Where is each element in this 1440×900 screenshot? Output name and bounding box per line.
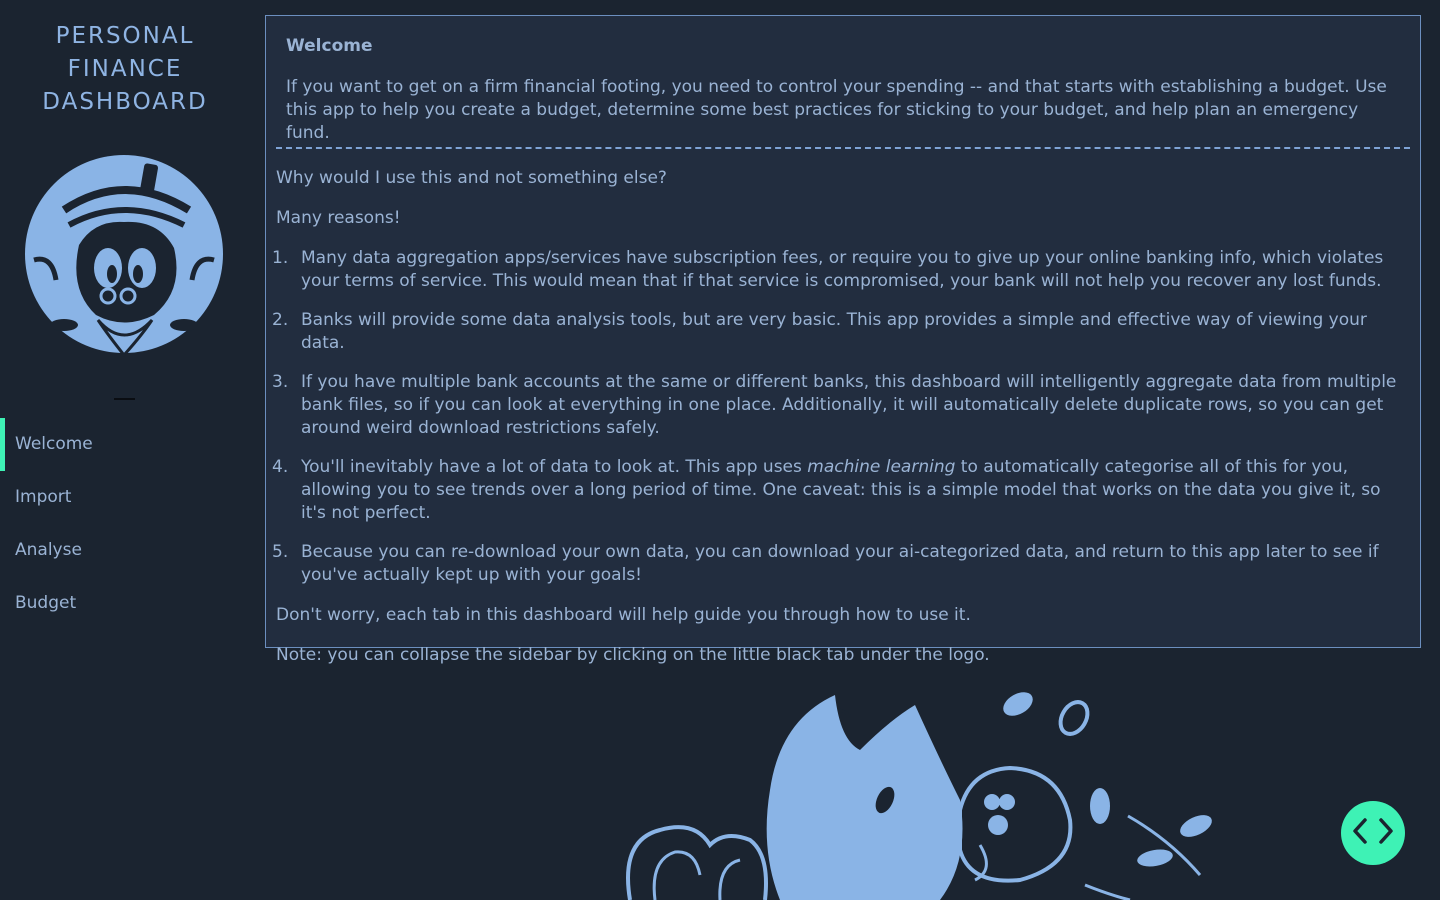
list-item: 4. You'll inevitably have a lot of data …: [272, 456, 1410, 525]
list-text-pre: You'll inevitably have a lot of data to …: [301, 457, 808, 477]
duck-logo: [24, 150, 226, 368]
app-title-line-2: FINANCE: [67, 56, 183, 82]
duck-diving-illustration: [600, 680, 1240, 900]
sidebar: PERSONAL FINANCE DASHBOARD Welcome Impor…: [0, 0, 250, 900]
note-text: Note: you can collapse the sidebar by cl…: [276, 645, 990, 665]
list-item: 1. Many data aggregation apps/services h…: [272, 247, 1410, 293]
app-title-line-3: DASHBOARD: [42, 89, 208, 115]
app-root: PERSONAL FINANCE DASHBOARD Welcome Impor…: [0, 0, 1440, 900]
list-text: Because you can re-download your own dat…: [301, 542, 1379, 585]
welcome-panel: Welcome If you want to get on a firm fin…: [265, 15, 1421, 665]
code-view-toggle-button[interactable]: [1341, 801, 1405, 865]
why-question: Why would I use this and not something e…: [276, 168, 667, 188]
code-brackets-icon: [1351, 817, 1395, 849]
list-number: 3.: [272, 372, 289, 392]
list-text: If you have multiple bank accounts at th…: [301, 372, 1397, 438]
sidebar-item-budget[interactable]: Budget: [0, 577, 250, 630]
panel-body: Why would I use this and not something e…: [266, 149, 1420, 667]
list-text: Many data aggregation apps/services have…: [301, 248, 1384, 291]
list-number: 2.: [272, 310, 289, 330]
list-number: 4.: [272, 457, 289, 477]
panel-intro: If you want to get on a firm financial f…: [286, 77, 1387, 143]
sidebar-item-label: Import: [15, 487, 72, 507]
list-item: 2. Banks will provide some data analysis…: [272, 309, 1410, 355]
list-item: 3. If you have multiple bank accounts at…: [272, 371, 1410, 440]
sidebar-collapse-tab[interactable]: [114, 398, 135, 400]
sidebar-item-label: Analyse: [15, 540, 82, 560]
list-text: Banks will provide some data analysis to…: [301, 310, 1367, 353]
app-title-line-1: PERSONAL: [55, 23, 195, 49]
app-title: PERSONAL FINANCE DASHBOARD: [0, 20, 250, 119]
list-number: 5.: [272, 542, 289, 562]
list-number: 1.: [272, 248, 289, 268]
sidebar-item-welcome[interactable]: Welcome: [0, 418, 250, 471]
sidebar-nav: Welcome Import Analyse Budget: [0, 418, 250, 630]
panel-title: Welcome: [286, 36, 373, 56]
sidebar-item-label: Welcome: [15, 434, 93, 454]
sidebar-item-label: Budget: [15, 593, 77, 613]
panel-header: Welcome If you want to get on a firm fin…: [276, 16, 1410, 149]
dont-worry-text: Don't worry, each tab in this dashboard …: [276, 605, 971, 625]
list-text-emphasis: machine learning: [807, 457, 956, 477]
list-item: 5. Because you can re-download your own …: [272, 541, 1410, 587]
sidebar-item-analyse[interactable]: Analyse: [0, 524, 250, 577]
sidebar-item-import[interactable]: Import: [0, 471, 250, 524]
reasons-list: 1. Many data aggregation apps/services h…: [272, 247, 1410, 587]
many-reasons: Many reasons!: [276, 208, 401, 228]
